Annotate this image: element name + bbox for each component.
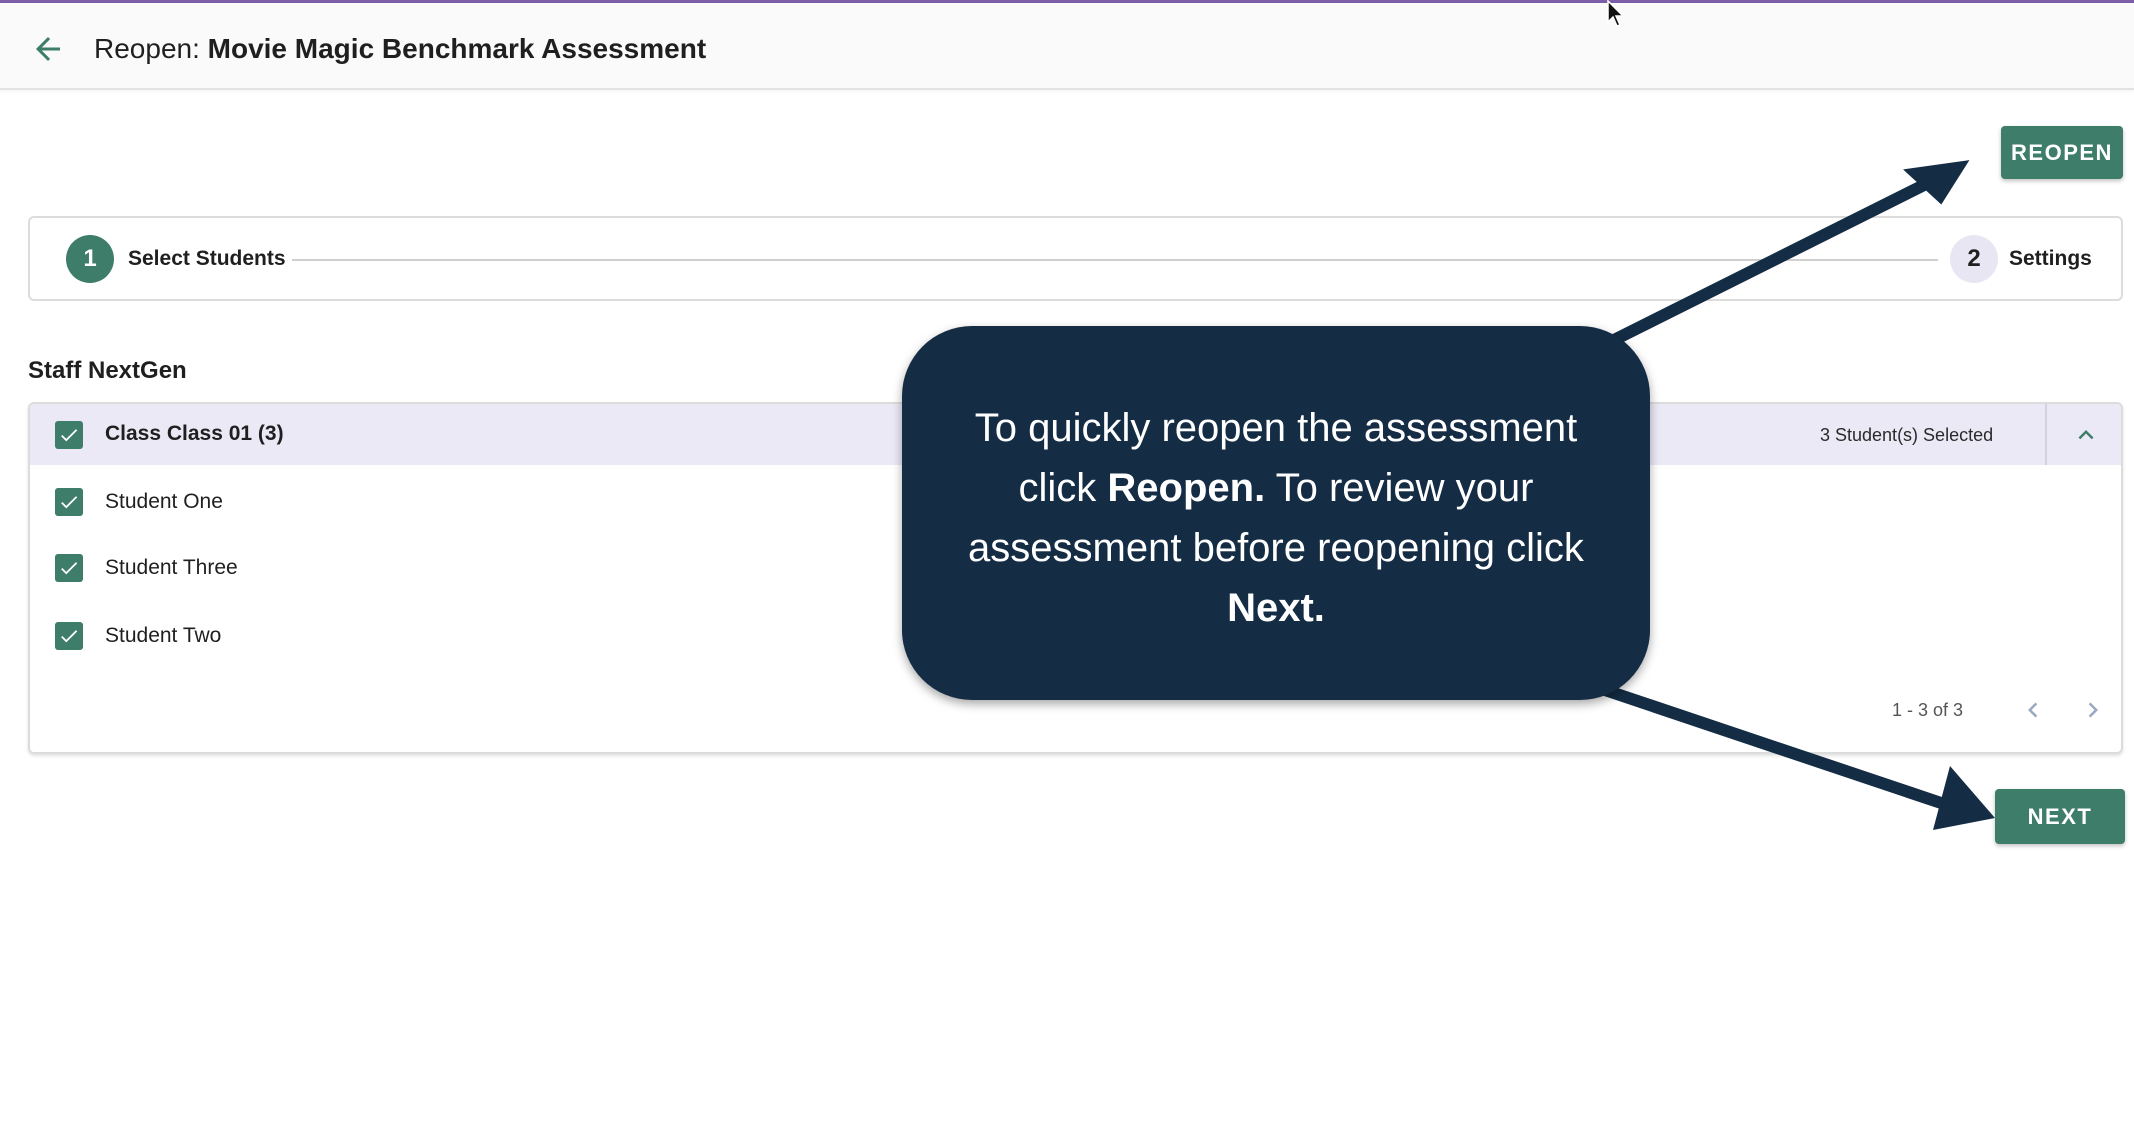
student-checkbox[interactable]	[55, 554, 83, 582]
student-name: Student Two	[105, 624, 222, 647]
title-prefix: Reopen:	[94, 33, 200, 64]
staff-group-title: Staff NextGen	[28, 357, 187, 384]
student-checkbox[interactable]	[55, 622, 83, 650]
selected-count: 3 Student(s) Selected	[1820, 425, 1994, 445]
row-divider	[2045, 404, 2047, 465]
back-arrow-icon[interactable]	[30, 31, 66, 67]
student-name: Student One	[105, 490, 223, 513]
tooltip-callout: To quickly reopen the assessment click R…	[902, 326, 1650, 700]
next-button[interactable]: NEXT	[1995, 789, 2125, 844]
callout-bold-next: Next.	[1227, 586, 1325, 630]
step-1-number[interactable]: 1	[66, 235, 114, 283]
callout-bold-reopen: Reopen.	[1107, 466, 1266, 510]
student-name: Student Three	[105, 556, 238, 579]
page-header: Reopen: Movie Magic Benchmark Assessment	[0, 3, 2134, 90]
page-title: Reopen: Movie Magic Benchmark Assessment	[94, 29, 706, 69]
callout-text: To quickly reopen the assessment click R…	[942, 398, 1610, 638]
step-1-label[interactable]: Select Students	[128, 244, 286, 274]
class-checkbox[interactable]	[55, 421, 83, 449]
chevron-right-icon[interactable]	[2078, 695, 2108, 725]
pagination-range: 1 - 3 of 3	[1892, 700, 1964, 720]
step-2-label[interactable]: Settings	[2009, 244, 2092, 274]
stepper: 1 Select Students 2 Settings	[28, 216, 2123, 301]
mouse-pointer-icon	[1607, 0, 1629, 28]
chevron-up-icon[interactable]	[2071, 420, 2101, 450]
assessment-name: Movie Magic Benchmark Assessment	[207, 33, 707, 64]
stepper-connector	[292, 259, 1938, 261]
student-checkbox[interactable]	[55, 488, 83, 516]
class-label: Class Class 01 (3)	[105, 422, 284, 445]
reopen-button[interactable]: REOPEN	[2001, 126, 2123, 179]
step-2-number[interactable]: 2	[1950, 235, 1998, 283]
chevron-left-icon[interactable]	[2018, 695, 2048, 725]
